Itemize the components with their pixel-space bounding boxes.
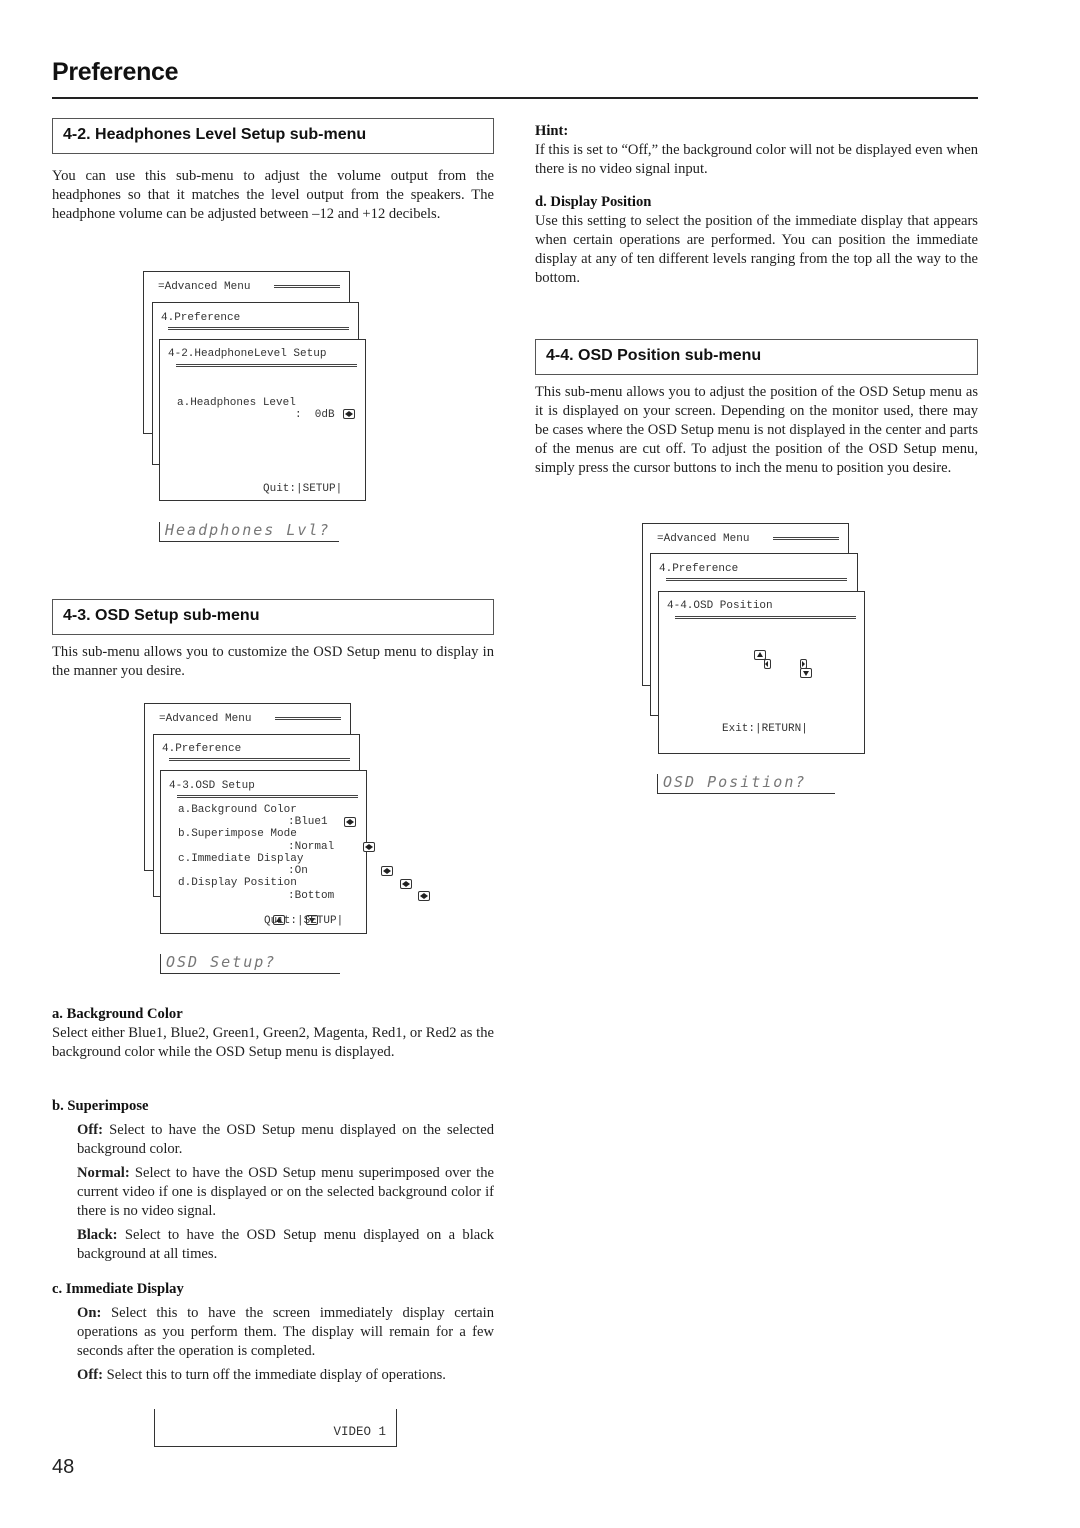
hint-text: If this is set to “Off,” the background … [535, 142, 978, 177]
osd-item-label: c.Immediate Display [178, 853, 304, 865]
osd-item-value: : 0dB [295, 409, 335, 421]
osd-exit-hint: Exit:|RETURN| [722, 723, 808, 735]
osd-item-label: b.Superimpose Mode [178, 828, 297, 840]
osd-item-label: d.Display Position [178, 877, 297, 889]
immediate-display-example: VIDEO 1 [154, 1409, 397, 1447]
osd-item-value: :Bottom [288, 890, 335, 902]
osd-advanced-menu-label: =Advanced Menu [657, 533, 750, 545]
osd-position-description: This sub-menu allows you to adjust the p… [535, 384, 978, 476]
down-arrow-icon [799, 668, 812, 678]
option-label: Normal: [77, 1165, 130, 1181]
front-display-text: Headphones Lvl? [159, 522, 339, 542]
osd-item-label: a.Background Color [178, 804, 297, 816]
left-arrow-icon [763, 659, 771, 669]
hint-heading: Hint: [535, 123, 569, 139]
front-display-text: OSD Setup? [160, 954, 340, 974]
superimpose-off-description: Off: Select to have the OSD Setup menu d… [77, 1121, 494, 1159]
osd-advanced-menu-label: =Advanced Menu [159, 713, 252, 725]
section-heading-headphones-level: 4-2. Headphones Level Setup sub-menu [52, 118, 494, 154]
osd-preference-label: 4.Preference [162, 743, 242, 755]
osd-title-rule [275, 717, 341, 720]
osd-title-rule [177, 795, 358, 798]
page-number: 48 [52, 1456, 75, 1478]
option-text: Select to have the OSD Setup menu displa… [77, 1227, 494, 1262]
osd-item-value: :Blue1 [288, 816, 328, 828]
left-right-arrows-icon [381, 866, 394, 876]
osd-setup-description: This sub-menu allows you to customize th… [52, 644, 494, 679]
immediate-display-off-description: Off: Select this to turn off the immedia… [77, 1366, 494, 1385]
osd-preference-label: 4.Preference [659, 563, 739, 575]
background-color-description: Select either Blue1, Blue2, Green1, Gree… [52, 1025, 494, 1060]
left-right-arrows-icon [343, 409, 355, 419]
osd-position-panel: 4-4.OSD Position Exit:|RETURN| [658, 591, 865, 754]
osd-title-rule [176, 364, 357, 367]
option-label: Off: [77, 1367, 103, 1383]
immediate-display-heading: c. Immediate Display [52, 1281, 184, 1297]
osd-title-rule [169, 758, 350, 761]
section-heading-osd-position: 4-4. OSD Position sub-menu [535, 339, 978, 375]
background-color-heading: a. Background Color [52, 1006, 183, 1022]
section-heading-osd-setup: 4-3. OSD Setup sub-menu [52, 599, 494, 635]
osd-title-rule [675, 616, 856, 619]
osd-quit-hint: Quit:|SETUP| [264, 915, 344, 927]
left-right-arrows-icon [362, 842, 375, 852]
superimpose-normal-description: Normal: Select to have the OSD Setup men… [77, 1164, 494, 1221]
superimpose-heading: b. Superimpose [52, 1098, 149, 1114]
option-label: Black: [77, 1227, 118, 1243]
osd-preference-label: 4.Preference [161, 312, 241, 324]
osd-item-value: :On [288, 865, 308, 877]
display-position-heading: d. Display Position [535, 194, 652, 210]
display-position-description: Use this setting to select the position … [535, 213, 978, 286]
superimpose-black-description: Black: Select to have the OSD Setup menu… [77, 1226, 494, 1264]
osd-headphone-level-panel: 4-2.HeadphoneLevel Setup a.Headphones Le… [159, 339, 366, 501]
option-text: Select this to have the screen immediate… [77, 1305, 494, 1359]
front-display-text: OSD Position? [657, 774, 835, 794]
title-rule [52, 97, 978, 99]
option-text: Select to have the OSD Setup menu displa… [77, 1122, 494, 1157]
osd-title-rule [666, 578, 847, 581]
osd-title-rule [168, 327, 349, 330]
headphones-level-description: You can use this sub-menu to adjust the … [52, 168, 494, 222]
osd-panel-title: 4-3.OSD Setup [169, 780, 255, 792]
osd-panel-title: 4-4.OSD Position [667, 600, 773, 612]
osd-advanced-menu-label: =Advanced Menu [158, 281, 251, 293]
osd-panel-title: 4-2.HeadphoneLevel Setup [168, 348, 327, 360]
osd-setup-panel: 4-3.OSD Setup a.Background Color :Blue1 … [160, 770, 431, 934]
option-text: Select to have the OSD Setup menu superi… [77, 1165, 494, 1219]
osd-quit-hint: Quit:|SETUP| [263, 483, 343, 495]
page-title: Preference [52, 58, 179, 86]
left-right-arrows-icon [344, 817, 356, 827]
osd-item-label: a.Headphones Level [177, 397, 296, 409]
option-label: Off: [77, 1122, 103, 1138]
osd-title-rule [773, 537, 839, 540]
left-right-arrows-icon [399, 879, 412, 889]
osd-title-rule [274, 285, 340, 288]
osd-item-value: :Normal [288, 841, 335, 853]
immediate-display-on-description: On: Select this to have the screen immed… [77, 1304, 494, 1361]
option-text: Select this to turn off the immediate di… [102, 1367, 446, 1383]
option-label: On: [77, 1305, 102, 1321]
immediate-display-text: VIDEO 1 [333, 1425, 386, 1439]
left-right-arrows-icon [418, 891, 431, 901]
